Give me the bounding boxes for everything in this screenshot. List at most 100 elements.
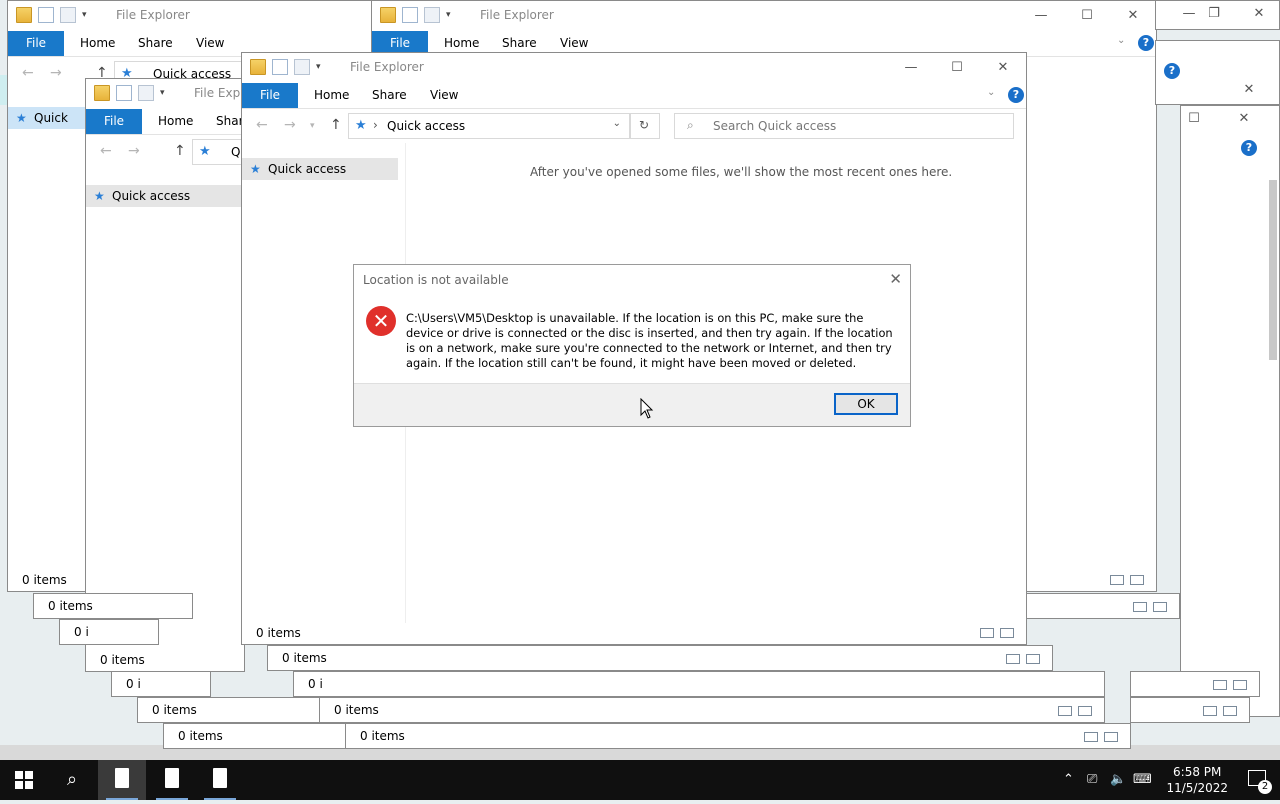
volume-icon[interactable]: 🔈 xyxy=(1110,760,1126,800)
back-arrow-icon[interactable]: ← xyxy=(22,65,34,81)
address-bar[interactable]: ★ Q xyxy=(192,139,244,165)
address-bar[interactable]: ★ › Quick access ⌄ xyxy=(348,113,630,139)
location-unavailable-dialog[interactable]: Location is not available ✕ ✕ C:\Users\V… xyxy=(353,264,911,427)
close-icon[interactable]: ✕ xyxy=(1236,3,1279,25)
expand-ribbon-icon[interactable]: ⌄ xyxy=(987,87,995,98)
tab-file[interactable]: File xyxy=(86,109,142,134)
nav-item-quick-access[interactable]: ★ Quick access xyxy=(242,158,398,180)
new-folder-icon[interactable] xyxy=(294,59,310,75)
large-icons-view-icon[interactable] xyxy=(1104,732,1118,742)
tab-home[interactable]: Home xyxy=(146,109,205,134)
large-icons-view-icon[interactable] xyxy=(1000,628,1014,638)
title-bar[interactable]: ▾ File Explorer — ☐ ✕ xyxy=(372,1,1156,31)
tab-file[interactable]: File xyxy=(242,83,298,108)
notification-badge: 2 xyxy=(1258,780,1272,794)
chevron-down-icon[interactable]: ▾ xyxy=(160,88,165,98)
large-icons-view-icon[interactable] xyxy=(1233,680,1247,690)
tab-share[interactable]: Share xyxy=(126,31,185,56)
maximize-icon[interactable]: ☐ xyxy=(1181,108,1217,130)
address-crumb[interactable]: Q xyxy=(231,145,240,159)
address-crumb[interactable]: Quick access xyxy=(387,119,465,133)
tab-home[interactable]: Home xyxy=(68,31,127,56)
details-view-icon[interactable] xyxy=(1006,654,1020,664)
search-button[interactable]: ⌕ xyxy=(48,760,96,800)
keyboard-icon[interactable]: ⌨ xyxy=(1133,760,1152,800)
taskbar-app-file-explorer-3[interactable] xyxy=(196,760,244,800)
title-bar[interactable]: ▾ File Explo xyxy=(86,79,244,109)
large-icons-view-icon[interactable] xyxy=(1026,654,1040,664)
minimize-icon[interactable]: — xyxy=(888,57,934,79)
tab-file[interactable]: File xyxy=(8,31,64,56)
nav-item-label: Quick access xyxy=(112,189,191,203)
system-clock[interactable]: 6:58 PM 11/5/2022 xyxy=(1166,764,1228,796)
details-view-icon[interactable] xyxy=(980,628,994,638)
ok-button[interactable]: OK xyxy=(834,393,898,415)
chevron-down-icon[interactable]: ▾ xyxy=(82,10,87,20)
taskbar-app-file-explorer-1[interactable] xyxy=(98,760,146,800)
close-icon[interactable]: ✕ xyxy=(1226,79,1272,101)
taskbar-app-file-explorer-2[interactable] xyxy=(148,760,196,800)
properties-icon[interactable] xyxy=(38,7,54,23)
explorer-window-d[interactable]: ? ✕ xyxy=(1155,40,1280,105)
up-arrow-icon[interactable]: ↑ xyxy=(174,143,186,159)
explorer-window-f[interactable]: ▾ File Explo File Home Share ← → ↑ ★ Q ★… xyxy=(85,78,245,672)
tab-home[interactable]: Home xyxy=(302,83,361,108)
close-icon[interactable]: ✕ xyxy=(889,270,902,288)
back-arrow-icon[interactable]: ← xyxy=(100,143,112,159)
chevron-down-icon[interactable]: ▾ xyxy=(446,10,451,20)
network-icon[interactable]: ⎚ xyxy=(1087,760,1097,800)
details-view-icon[interactable] xyxy=(1133,602,1147,612)
explorer-window-c-titlebar[interactable]: — ❐ ✕ xyxy=(1155,0,1280,30)
new-folder-icon[interactable] xyxy=(138,85,154,101)
refresh-button[interactable]: ↻ xyxy=(630,113,660,139)
title-bar[interactable]: ▾ File Explorer — ☐ ✕ xyxy=(242,53,1026,83)
close-icon[interactable]: ✕ xyxy=(980,57,1026,79)
close-icon[interactable]: ✕ xyxy=(1110,5,1156,27)
details-view-icon[interactable] xyxy=(1213,680,1227,690)
tab-share[interactable]: Share xyxy=(360,83,419,108)
large-icons-view-icon[interactable] xyxy=(1078,706,1092,716)
forward-arrow-icon[interactable]: → xyxy=(284,117,296,133)
new-folder-icon[interactable] xyxy=(424,7,440,23)
large-icons-view-icon[interactable] xyxy=(1130,575,1144,585)
tab-view[interactable]: View xyxy=(418,83,470,108)
properties-icon[interactable] xyxy=(116,85,132,101)
details-view-icon[interactable] xyxy=(1110,575,1124,585)
back-arrow-icon[interactable]: ← xyxy=(256,117,268,133)
scrollbar-thumb[interactable] xyxy=(1269,180,1277,360)
chevron-down-icon[interactable]: ▾ xyxy=(316,62,321,72)
explorer-window-e[interactable]: ☐ ✕ ? xyxy=(1180,105,1280,717)
nav-item-quick-access[interactable]: ★ Quick access xyxy=(86,185,244,207)
help-icon[interactable]: ? xyxy=(1008,87,1024,103)
forward-arrow-icon[interactable]: → xyxy=(128,143,140,159)
large-icons-view-icon[interactable] xyxy=(1223,706,1237,716)
properties-icon[interactable] xyxy=(272,59,288,75)
expand-ribbon-icon[interactable]: ⌄ xyxy=(1117,35,1125,46)
start-button[interactable] xyxy=(0,760,48,800)
restore-icon[interactable]: ❐ xyxy=(1191,3,1237,25)
help-icon[interactable]: ? xyxy=(1164,63,1180,79)
tab-view[interactable]: View xyxy=(184,31,236,56)
minimize-icon[interactable]: — xyxy=(1018,5,1064,27)
help-icon[interactable]: ? xyxy=(1241,140,1257,156)
help-icon[interactable]: ? xyxy=(1138,35,1154,51)
details-view-icon[interactable] xyxy=(1058,706,1072,716)
address-dropdown-icon[interactable]: ⌄ xyxy=(613,118,621,129)
maximize-icon[interactable]: ☐ xyxy=(934,57,980,79)
tab-share[interactable]: Share xyxy=(204,109,244,134)
title-bar[interactable]: ▾ File Explorer xyxy=(8,1,372,31)
details-view-icon[interactable] xyxy=(1084,732,1098,742)
nav-item-quick-access[interactable]: ★ Quick xyxy=(8,107,88,129)
new-folder-icon[interactable] xyxy=(60,7,76,23)
forward-arrow-icon[interactable]: → xyxy=(50,65,62,81)
recent-locations-icon[interactable]: ▾ xyxy=(310,121,315,131)
search-input[interactable]: ⌕ Search Quick access xyxy=(674,113,1014,139)
chevron-up-icon[interactable]: ⌃ xyxy=(1063,760,1074,800)
up-arrow-icon[interactable]: ↑ xyxy=(330,117,342,133)
close-icon[interactable]: ✕ xyxy=(1221,108,1267,130)
maximize-icon[interactable]: ☐ xyxy=(1064,5,1110,27)
window-title: File Explorer xyxy=(480,8,554,22)
properties-icon[interactable] xyxy=(402,7,418,23)
details-view-icon[interactable] xyxy=(1203,706,1217,716)
large-icons-view-icon[interactable] xyxy=(1153,602,1167,612)
